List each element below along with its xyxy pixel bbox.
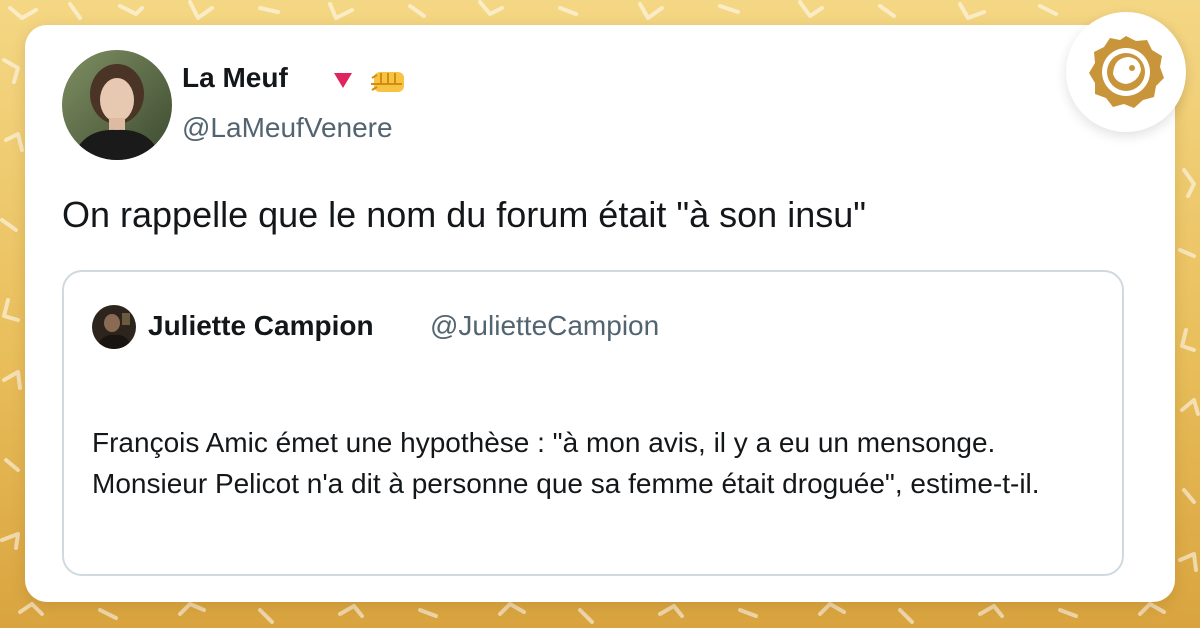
red-triangle-icon: [334, 73, 352, 88]
author-avatar[interactable]: [62, 50, 172, 160]
raised-fist-icon: [371, 72, 404, 92]
quoted-tweet[interactable]: Juliette Campion @JulietteCampion Franço…: [62, 270, 1124, 576]
tweet-text: On rappelle que le nom du forum était "à…: [62, 194, 867, 235]
quoted-author-handle[interactable]: @JulietteCampion: [430, 310, 659, 342]
author-name[interactable]: La Meuf: [182, 62, 288, 94]
site-logo: [1066, 12, 1186, 132]
quoted-author-avatar[interactable]: [92, 305, 136, 349]
author-handle[interactable]: @LaMeufVenere: [182, 112, 393, 144]
quoted-author-name[interactable]: Juliette Campion: [148, 310, 374, 342]
quoted-tweet-text: François Amic émet une hypothèse : "à mo…: [92, 427, 1040, 499]
bird-in-circle-logo-icon: [1089, 36, 1164, 108]
